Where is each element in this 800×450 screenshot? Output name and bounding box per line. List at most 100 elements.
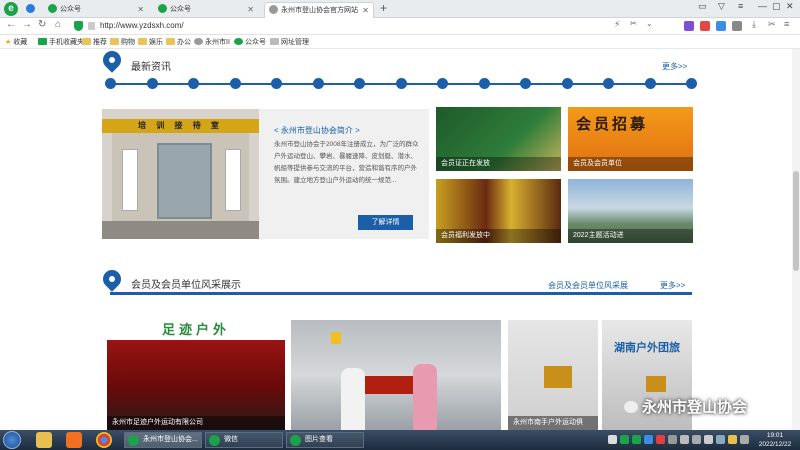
chrome-icon[interactable] xyxy=(96,432,112,448)
minimize-icon[interactable]: — xyxy=(758,1,767,11)
showcase-nanshou[interactable]: 永州市南手户外运动俱 xyxy=(508,320,598,430)
home-icon[interactable]: ⌂ xyxy=(55,19,61,30)
tray-app-icon[interactable] xyxy=(632,435,641,444)
flag-icon[interactable] xyxy=(740,435,749,444)
tray-app-icon[interactable] xyxy=(644,435,653,444)
timeline-dot xyxy=(229,78,241,89)
bookmark-folder[interactable]: 推荐 xyxy=(82,37,107,47)
showcase-more-link[interactable]: 更多>> xyxy=(660,280,685,291)
timeline-dot xyxy=(395,78,407,89)
address-bar: ← → ↻ ⌂ http://www.yzdsxh.com/ ⚡ ✂ ⌄ ⤓ ✂… xyxy=(0,18,800,35)
person-figure xyxy=(413,364,437,430)
refresh-icon[interactable]: ↻ xyxy=(38,19,46,30)
tray-arrow-icon[interactable] xyxy=(608,435,617,444)
clock-time: 19:01 xyxy=(766,432,784,439)
download-icon[interactable]: ⤓ xyxy=(752,19,756,30)
bookmark-manager[interactable]: 网址管理 xyxy=(270,37,309,47)
shirt-icon[interactable]: ▽ xyxy=(718,1,725,12)
tray-app-icon[interactable] xyxy=(728,435,737,444)
award-plaque xyxy=(646,376,666,392)
taskbar-browser[interactable]: 永州市登山协会... xyxy=(124,432,202,448)
bookmark-site[interactable]: 永州市II xyxy=(194,37,230,47)
showcase-zuji[interactable]: 足迹户外 永州市足迹户外运动有限公司 xyxy=(107,320,285,430)
news-more-link[interactable]: 更多>> xyxy=(662,61,687,72)
showcase-section-title: 会员及会员单位风采展示 xyxy=(131,280,241,291)
intro-text: 永州市登山协会于2008年注册成立，为广泛的群众户外运动登山、攀岩、暴履速降、皮… xyxy=(274,141,419,184)
showcase-tab-link[interactable]: 会员及会员单位风采展 xyxy=(548,280,628,291)
news-thumb-recruit[interactable]: 会员招募 会员及会员单位 xyxy=(568,107,693,171)
url-field[interactable]: http://www.yzdsxh.com/ xyxy=(74,20,662,33)
explorer-icon[interactable] xyxy=(36,432,52,448)
browser-tab-strip: e 公众号 ✕ 公众号 ✕ 永州市登山协会官方网站 ✕ + ▭ ▽ ≡ — ▢ … xyxy=(0,0,800,18)
news-thumb-member-card[interactable]: 会员证正在发放 xyxy=(436,107,561,171)
showcase-award[interactable] xyxy=(291,320,501,430)
translate-icon[interactable]: ✂ xyxy=(630,19,637,28)
intro-card: 培 训 接 待 室 < 永州市登山协会简介 > 永州市登山协会于2008年注册成… xyxy=(102,109,429,239)
close-window-icon[interactable]: ✕ xyxy=(786,1,794,12)
team-banner: 湖南户外团旅 xyxy=(614,342,680,354)
pinned-tab[interactable] xyxy=(22,2,35,18)
browser-logo-icon[interactable]: e xyxy=(4,2,18,16)
intro-title[interactable]: < 永州市登山协会简介 > xyxy=(274,125,360,136)
bookmark-folder[interactable]: 办公 xyxy=(166,37,191,47)
warning-sign-icon xyxy=(331,332,341,344)
news-thumb-benefits[interactable]: 会员福利发放中 xyxy=(436,179,561,243)
timeline-dot xyxy=(271,78,282,89)
timeline-dot xyxy=(478,78,490,89)
new-tab-button[interactable]: + xyxy=(380,1,387,15)
extension-icon[interactable] xyxy=(732,21,742,31)
timeline-dot xyxy=(686,78,697,89)
news-thumb-activity[interactable]: 2022主题活动进 xyxy=(568,179,693,243)
reception-banner: 培 训 接 待 室 xyxy=(102,119,259,133)
security-shield-icon xyxy=(74,21,83,31)
recruit-overlay-text: 会员招募 xyxy=(576,116,649,133)
bookmark-folder[interactable]: 购物 xyxy=(110,37,135,47)
tab-close-icon[interactable]: ✕ xyxy=(362,3,369,19)
timeline-dot xyxy=(188,78,199,89)
display-icon[interactable] xyxy=(716,435,725,444)
bookmark-folder[interactable]: 娱乐 xyxy=(138,37,163,47)
forward-icon[interactable]: → xyxy=(22,19,32,30)
extension-icon[interactable] xyxy=(700,21,710,31)
menu-icon[interactable]: ≡ xyxy=(738,1,743,11)
learn-more-button[interactable]: 了解详情 xyxy=(358,215,413,230)
app-icon[interactable] xyxy=(66,432,82,448)
maximize-icon[interactable]: ▢ xyxy=(772,1,781,12)
tab-close-icon[interactable]: ✕ xyxy=(247,2,254,18)
bookmark-favorites[interactable]: ★ 收藏 xyxy=(5,37,27,47)
tray-app-icon[interactable] xyxy=(668,435,677,444)
wechat-icon xyxy=(624,401,638,413)
showcase-caption: 永州市足迹户外运动有限公司 xyxy=(107,416,285,430)
extension-icon[interactable] xyxy=(684,21,694,31)
tray-wechat-icon[interactable] xyxy=(620,435,629,444)
back-icon[interactable]: ← xyxy=(6,19,16,30)
keyboard-icon[interactable] xyxy=(680,435,689,444)
lightning-icon[interactable]: ⚡ xyxy=(614,19,620,30)
cut-icon[interactable]: ✂ xyxy=(768,19,776,30)
tab-gongzhonghao-2[interactable]: 公众号 ✕ xyxy=(154,2,258,18)
tray-app-icon[interactable] xyxy=(656,435,665,444)
tab-yzdsxh-active[interactable]: 永州市登山协会官方网站 ✕ xyxy=(264,2,374,18)
folder-icon xyxy=(138,38,147,45)
url-text: http://www.yzdsxh.com/ xyxy=(100,21,184,30)
thumb-caption: 会员福利发放中 xyxy=(436,229,561,243)
taskbar-image-viewer[interactable]: 图片查看 xyxy=(286,432,364,448)
extension-icon[interactable] xyxy=(716,21,726,31)
bookmark-site[interactable]: 公众号 xyxy=(234,37,266,47)
volume-icon[interactable] xyxy=(704,435,713,444)
skin-icon[interactable]: ▭ xyxy=(698,1,707,12)
web-page: 最新资讯 更多>> 培 训 接 待 室 < 永州市登山协会简介 > 永州市登山协… xyxy=(0,49,792,430)
bookmark-mobile[interactable]: 手机收藏夹 xyxy=(38,37,84,47)
tab-gongzhonghao-1[interactable]: 公众号 ✕ xyxy=(44,2,148,18)
more-icon[interactable]: ≡ xyxy=(784,19,789,29)
page-scrollbar[interactable] xyxy=(792,49,800,430)
system-clock[interactable]: 19:01 2022/12/22 xyxy=(752,431,798,449)
taskbar-wechat[interactable]: 微信 xyxy=(205,432,283,448)
scrollbar-thumb[interactable] xyxy=(793,171,799,271)
dropdown-icon[interactable]: ⌄ xyxy=(646,19,653,28)
pinned-tab-icon xyxy=(26,4,35,13)
folder-icon xyxy=(166,38,175,45)
network-icon[interactable] xyxy=(692,435,701,444)
tab-close-icon[interactable]: ✕ xyxy=(137,2,144,18)
start-button[interactable] xyxy=(3,431,21,449)
